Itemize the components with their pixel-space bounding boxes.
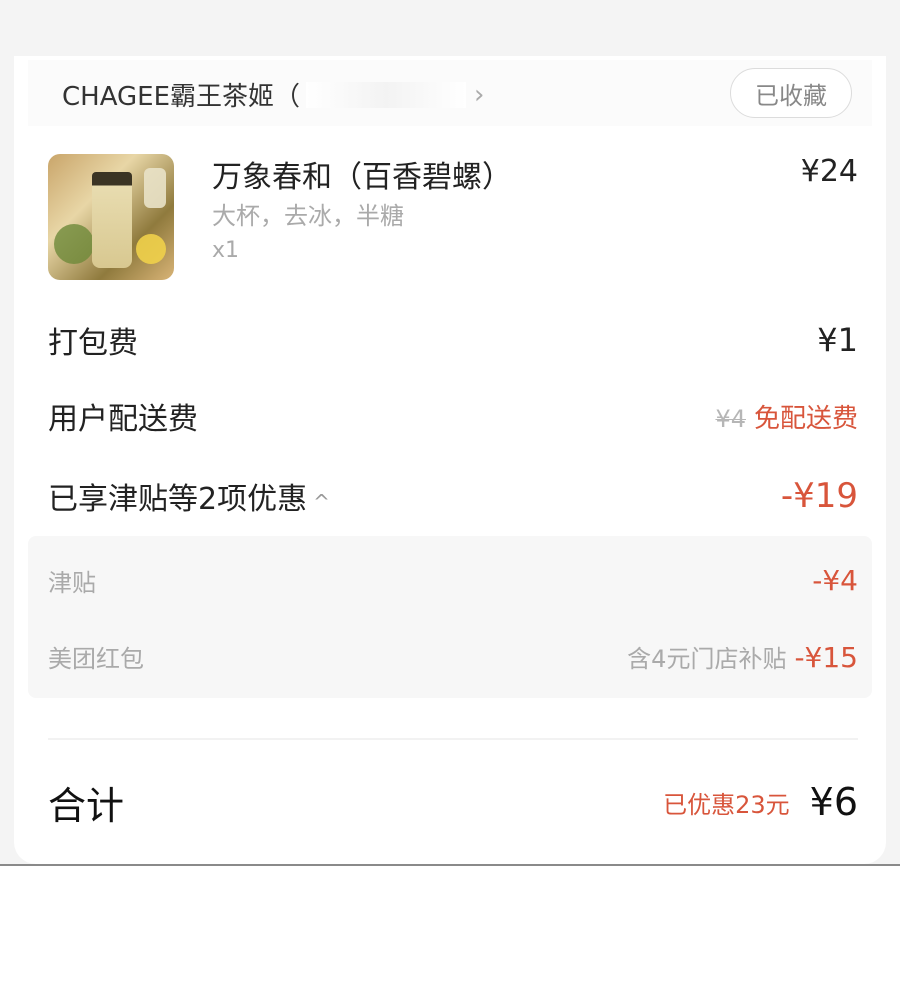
delivery-fee-label: 用户配送费: [48, 402, 198, 437]
store-name: CHAGEE霸王茶姬（: [62, 82, 301, 112]
delivery-fee-original: ¥4: [715, 404, 746, 433]
product-thumbnail: [48, 154, 174, 280]
discount-item-label: 美团红包: [48, 644, 144, 673]
chevron-right-icon: ›: [474, 79, 485, 110]
discount-item-note: 含4元门店补贴: [627, 644, 787, 673]
total-saved: 已优惠23元: [663, 790, 790, 819]
discount-item-value: -¥4: [812, 563, 858, 597]
chevron-up-icon[interactable]: ^: [313, 490, 330, 514]
divider: [48, 738, 858, 740]
discount-summary-label: 已享津贴等2项优惠: [48, 482, 308, 517]
store-header[interactable]: CHAGEE霸王茶姬（ › 已收藏: [28, 60, 872, 126]
discount-item-allowance: 津贴 -¥4: [48, 560, 858, 600]
total-row: 合计 已优惠23元 ¥6: [48, 774, 858, 830]
product-name: 万象春和（百香碧螺）: [212, 160, 512, 195]
discount-item-label: 津贴: [48, 568, 96, 597]
packing-fee-row: 打包费 ¥1: [48, 318, 858, 362]
packing-fee-label: 打包费: [48, 326, 138, 361]
store-name-redacted: [306, 81, 467, 108]
total-label: 合计: [48, 783, 125, 828]
store-name-link[interactable]: CHAGEE霸王茶姬（ ›: [62, 76, 484, 113]
order-card: CHAGEE霸王茶姬（ › 已收藏 万象春和（百香碧螺） 大杯，去冰，半糖 x1…: [14, 56, 886, 864]
delivery-fee-row: 用户配送费 ¥4 免配送费: [48, 394, 858, 438]
discount-summary-value: -¥19: [780, 476, 858, 516]
discount-item-value: -¥15: [794, 640, 858, 674]
discount-summary-row[interactable]: 已享津贴等2项优惠 ^ -¥19: [48, 474, 858, 518]
product-item[interactable]: 万象春和（百香碧螺） 大杯，去冰，半糖 x1 ¥24: [48, 152, 858, 282]
delivery-fee-free: 免配送费: [753, 403, 858, 434]
packing-fee-value: ¥1: [817, 321, 858, 359]
product-price: ¥24: [800, 154, 858, 189]
discount-item-red-packet: 美团红包 含4元门店补贴 -¥15: [48, 636, 858, 676]
total-value: ¥6: [809, 780, 858, 824]
product-options: 大杯，去冰，半糖: [212, 202, 404, 230]
favorite-button[interactable]: 已收藏: [730, 68, 852, 118]
product-quantity: x1: [212, 238, 240, 263]
